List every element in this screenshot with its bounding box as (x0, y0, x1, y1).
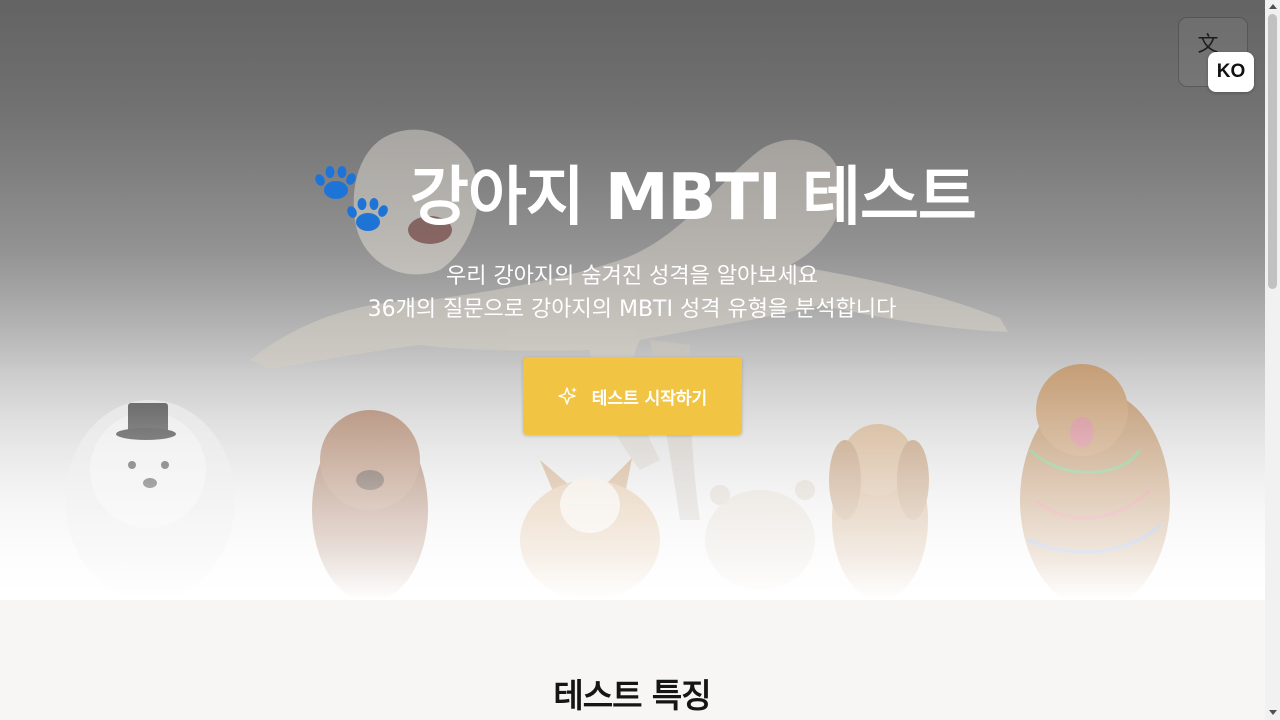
scrollbar-thumb[interactable] (1268, 14, 1277, 289)
paw-icon (315, 166, 388, 231)
start-test-button[interactable]: 테스트 시작하기 (523, 357, 742, 435)
subtitle-line-2: 36개의 질문으로 강아지의 MBTI 성격 유형을 분석합니다 (367, 297, 897, 322)
page-title: 강아지 MBTI 테스트 (410, 161, 977, 235)
start-test-button-label: 테스트 시작하기 (591, 388, 708, 409)
sparkle-icon (558, 387, 577, 405)
scroll-up-arrow-icon[interactable] (1269, 4, 1277, 9)
features-section-title: 테스트 특징 (553, 676, 711, 715)
hero-subtitle: 우리 강아지의 숨겨진 성격을 알아보세요 36개의 질문으로 강아지의 MBT… (232, 260, 1032, 326)
hero-title-row: 강아지 MBTI 테스트 (300, 150, 980, 245)
language-code-badge[interactable]: KO (1208, 52, 1254, 92)
scroll-down-arrow-icon[interactable] (1269, 710, 1277, 715)
subtitle-line-1: 우리 강아지의 숨겨진 성격을 알아보세요 (445, 264, 819, 289)
